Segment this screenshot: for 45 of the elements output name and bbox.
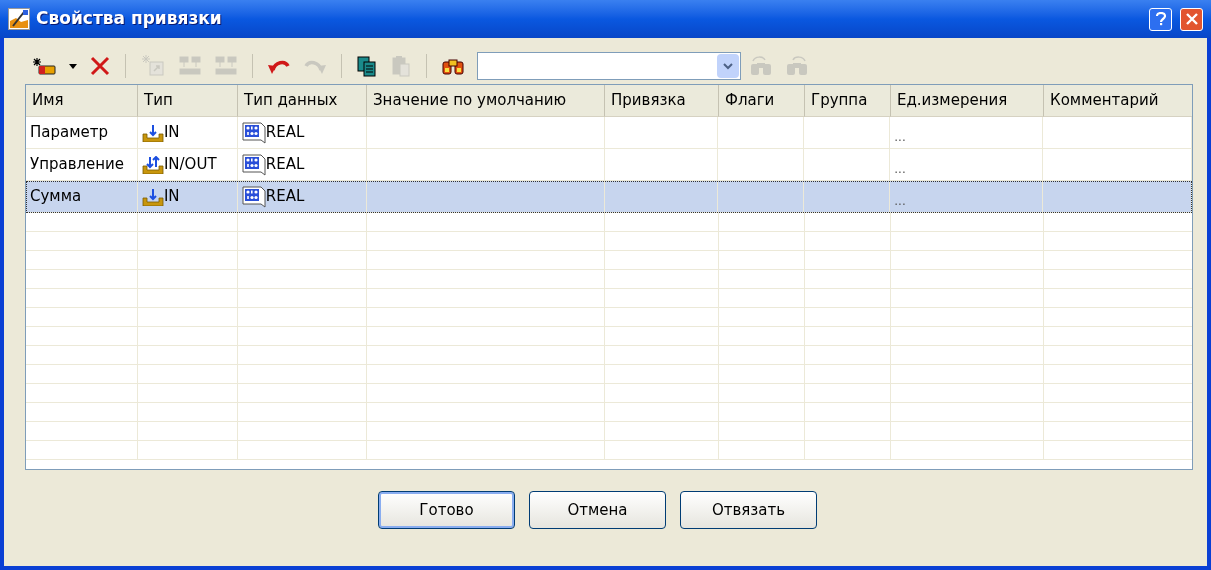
input-arrow-icon <box>141 187 164 206</box>
binoculars-icon[interactable] <box>441 56 465 76</box>
column-header[interactable]: Имя <box>26 85 138 117</box>
table-cell-text: ... <box>894 192 906 210</box>
table-cell-text: IN <box>163 186 180 208</box>
column-header[interactable]: Значение по умолчанию <box>367 85 605 117</box>
table-cell-text: REAL <box>265 122 305 144</box>
window-title: Свойства привязки <box>36 7 223 31</box>
table-row[interactable]: Сумма IN REAL ... <box>26 181 1192 213</box>
input-output-arrows-icon <box>141 155 164 174</box>
input-arrow-icon <box>141 123 164 142</box>
close-button[interactable] <box>1180 7 1203 31</box>
column-header[interactable]: Привязка <box>605 85 719 117</box>
app-icon <box>8 8 30 30</box>
column-header[interactable]: Тип данных <box>238 85 367 117</box>
table-row[interactable]: Параметр IN REAL ... <box>26 117 1192 149</box>
dialog-button[interactable]: Отмена <box>529 491 666 529</box>
search-combo-box[interactable] <box>477 52 741 80</box>
data-type-icon <box>241 153 266 176</box>
help-button[interactable] <box>1149 7 1172 31</box>
table-cell-text: REAL <box>265 154 305 176</box>
help-icon <box>1155 12 1166 26</box>
table-cell-text: ... <box>894 128 906 146</box>
data-type-icon <box>241 185 266 208</box>
new-item-icon[interactable] <box>31 56 57 76</box>
copy-icon[interactable] <box>356 55 378 77</box>
table-cell-text: IN <box>163 122 180 144</box>
dropdown-arrow-icon[interactable] <box>69 63 77 69</box>
data-type-icon <box>241 121 266 144</box>
table-cell-text: ... <box>894 160 906 178</box>
table-cell: Параметр <box>26 117 138 149</box>
table-cell-text: IN/OUT <box>163 154 217 176</box>
table-cell: Сумма <box>26 181 138 213</box>
combo-dropdown-button[interactable] <box>717 54 739 78</box>
close-icon <box>1185 13 1198 25</box>
column-header[interactable]: Тип <box>138 85 238 117</box>
table-cell-text: REAL <box>265 186 305 208</box>
column-header[interactable]: Ед.измерения <box>891 85 1044 117</box>
dialog-button[interactable]: Отвязать <box>680 491 817 529</box>
chevron-down-icon <box>723 62 733 70</box>
column-header[interactable]: Комментарий <box>1044 85 1192 117</box>
dialog-button[interactable]: Готово <box>378 491 515 529</box>
column-header[interactable]: Группа <box>805 85 891 117</box>
delete-icon[interactable] <box>89 55 111 77</box>
column-header[interactable]: Флаги <box>719 85 805 117</box>
